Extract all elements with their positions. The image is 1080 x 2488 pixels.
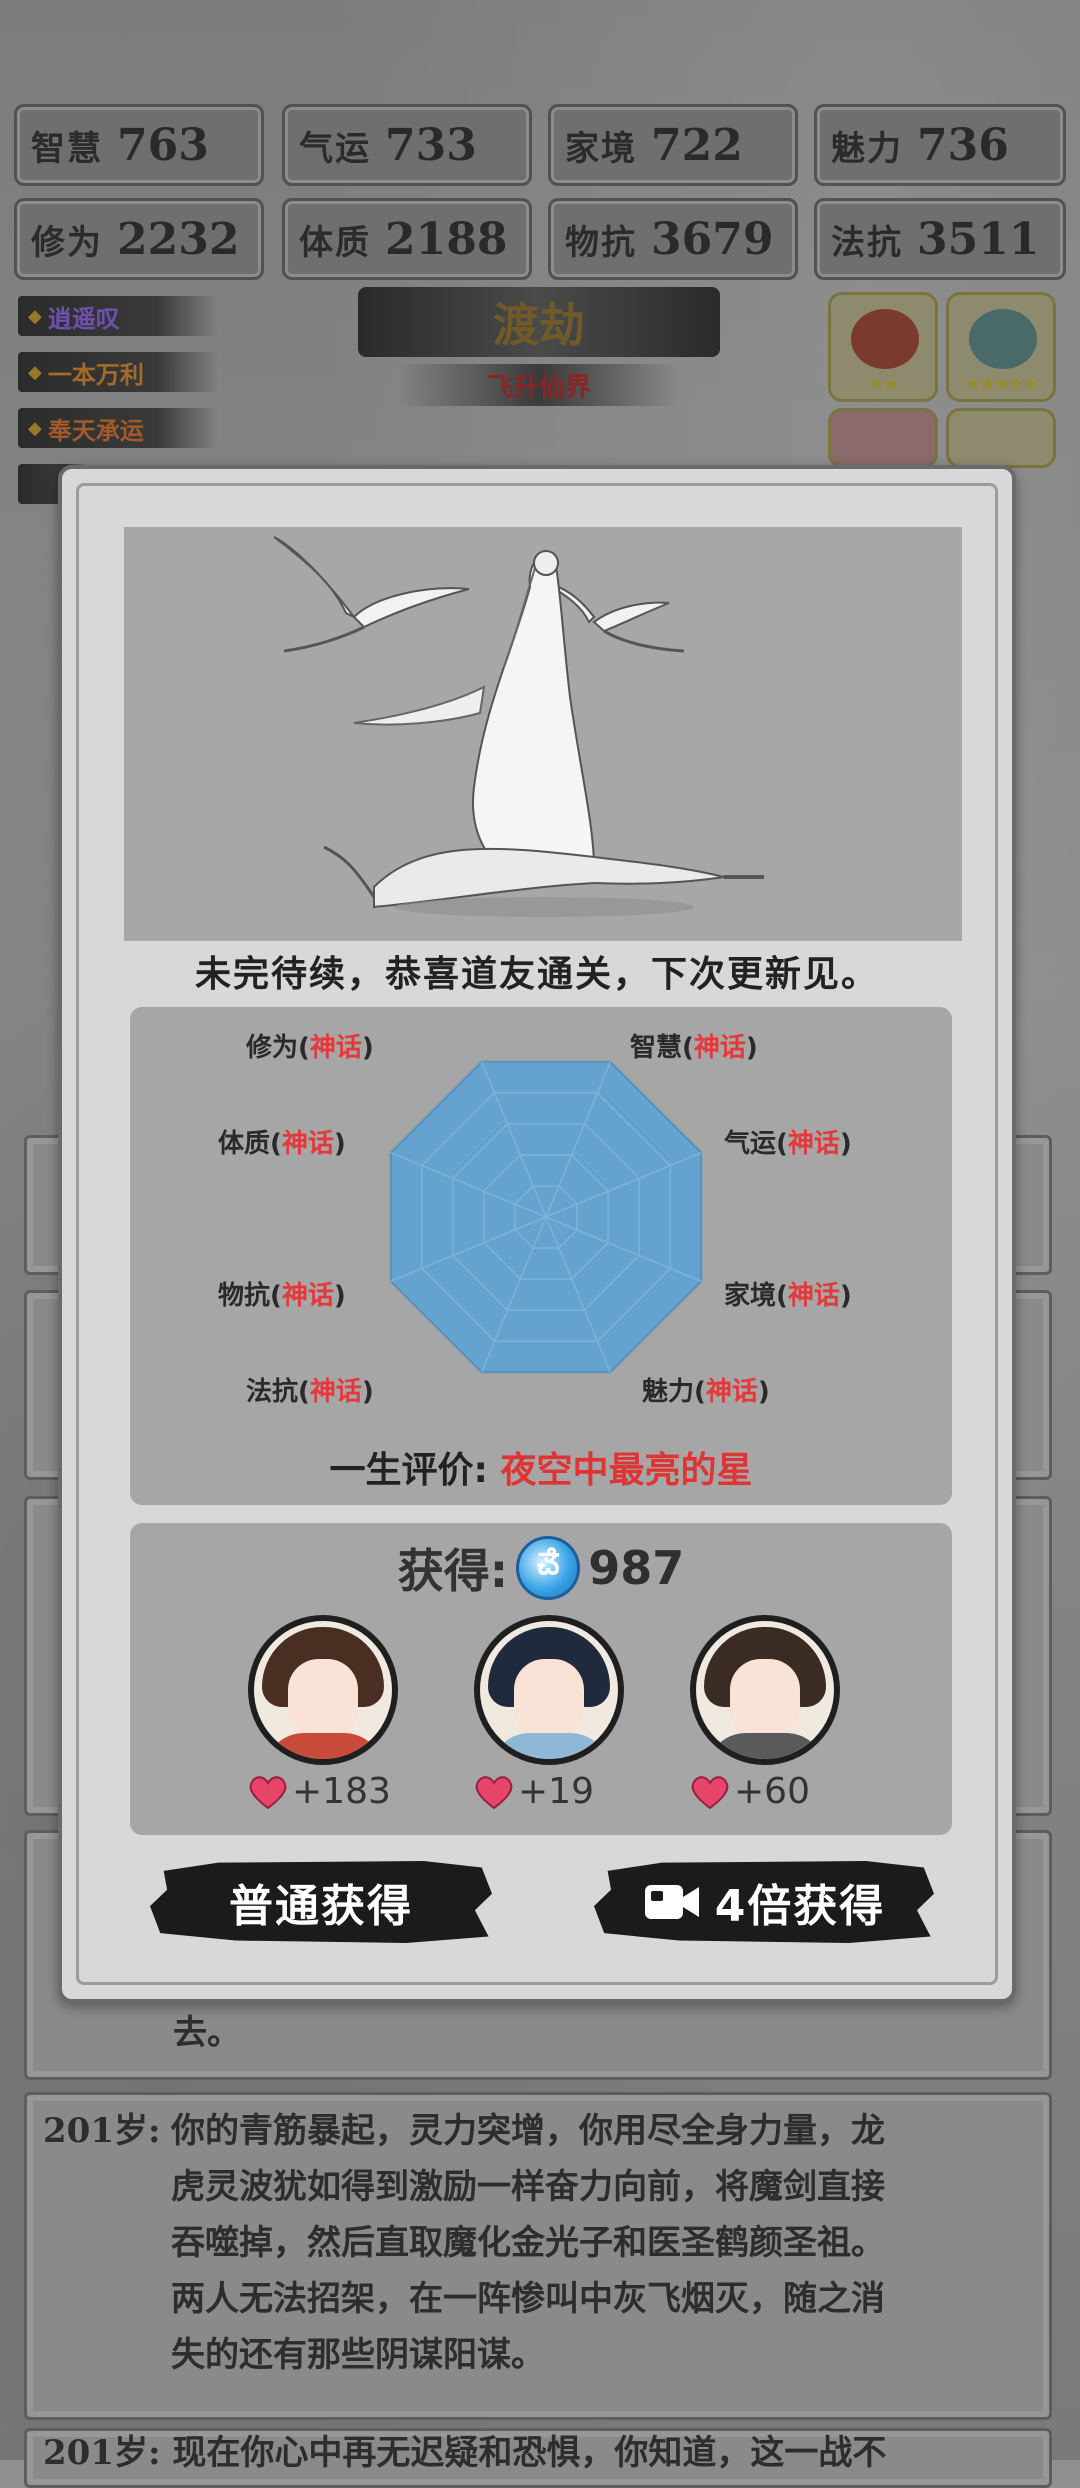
stat-value: 2232 <box>117 213 240 265</box>
character-portrait-avatar <box>474 1615 624 1765</box>
video-camera-icon <box>644 1885 699 1919</box>
immortal-with-cranes-icon <box>273 536 764 917</box>
normal-claim-label: 普通获得 <box>229 1881 413 1932</box>
talent-label: 奉天承运 <box>47 416 144 445</box>
stat-value: 2188 <box>385 213 508 265</box>
radar-label-wisdom: 智慧(神话) <box>630 1033 758 1063</box>
talent-tag[interactable]: ◆ 奉天承运 <box>18 408 218 448</box>
talent-tag[interactable]: ◆ 逍遥叹 <box>18 296 218 336</box>
spirit-orb-icon: ౘ <box>516 1536 581 1600</box>
log-line: 201岁: 现在你心中再无迟疑和恐惧，你知道，这一战不 <box>43 2433 887 2473</box>
radar-label-luck: 气运(神话) <box>724 1129 852 1159</box>
completion-message: 未完待续，恭喜道友通关，下次更新见。 <box>194 953 879 995</box>
affection-change: +183 <box>248 1771 408 1812</box>
stat-label: 物抗 <box>565 222 637 263</box>
log-line: 虎灵波犹如得到激励一样奋力向前，将魔剑直接 <box>171 2167 885 2207</box>
affection-value: +183 <box>292 1771 391 1812</box>
stat-value: 736 <box>917 119 1009 171</box>
equipment-slot[interactable] <box>946 408 1056 468</box>
stat-charm: 魅力 736 <box>814 104 1066 186</box>
stage-subtitle: 飞升仙界 <box>398 364 680 406</box>
stat-family: 家境 722 <box>548 104 798 186</box>
quadruple-claim-button[interactable]: 4倍获得 <box>594 1861 934 1943</box>
armor-icon <box>851 309 919 369</box>
gain-label: 获得: <box>397 1544 509 1598</box>
stat-value: 3679 <box>651 213 774 265</box>
radar-chart <box>389 1060 703 1374</box>
talent-tag[interactable]: ◆ 一本万利 <box>18 352 218 392</box>
stat-label: 气运 <box>299 128 371 169</box>
stat-wisdom: 智慧 763 <box>14 104 264 186</box>
character-reward: +183 <box>248 1615 408 1812</box>
character-portrait-avatar <box>690 1615 840 1765</box>
heart-icon <box>249 1775 287 1809</box>
gain-value: 987 <box>588 1541 685 1595</box>
log-line: 你的青筋暴起，灵力突增，你用尽全身力量，龙 <box>171 2111 885 2151</box>
stat-value: 722 <box>651 119 743 171</box>
stat-value: 733 <box>385 119 477 171</box>
stat-physical-resist: 物抗 3679 <box>548 198 798 280</box>
log-line: 两人无法招架，在一阵惨叫中灰飞烟灭，随之消 <box>171 2279 885 2319</box>
diamond-icon: ◆ <box>28 417 42 439</box>
stat-label: 家境 <box>565 128 637 169</box>
normal-claim-button[interactable]: 普通获得 <box>150 1861 492 1943</box>
ending-dialog: 未完待续，恭喜道友通关，下次更新见。 修为(神话) 智慧(神话) 气运(神话) … <box>58 465 1016 2003</box>
heart-icon <box>691 1775 729 1809</box>
stat-value: 763 <box>117 119 209 171</box>
stat-label: 法抗 <box>831 222 903 263</box>
stat-label: 智慧 <box>31 128 103 169</box>
log-line: 吞噬掉，然后直取魔化金光子和医圣鹤颜圣祖。 <box>171 2223 885 2263</box>
stat-label: 魅力 <box>831 128 903 169</box>
life-evaluation: 一生评价: 夜空中最亮的星 <box>130 1441 952 1493</box>
log-age: 201岁: <box>43 2111 161 2151</box>
equipment-slot[interactable]: ★★ <box>828 292 938 402</box>
diamond-icon: ◆ <box>28 361 42 383</box>
diamond-icon: ◆ <box>28 305 42 327</box>
stat-cultivation: 修为 2232 <box>14 198 264 280</box>
stat-luck: 气运 733 <box>282 104 532 186</box>
stat-magic-resist: 法抗 3511 <box>814 198 1066 280</box>
radar-label-magic-resist: 法抗(神话) <box>246 1377 374 1407</box>
stat-label: 体质 <box>299 222 371 263</box>
star-rating-icon: ★★★★★ <box>965 374 1039 395</box>
stat-physique: 体质 2188 <box>282 198 532 280</box>
stage-title: 渡劫 <box>358 287 720 357</box>
star-rating-icon: ★★ <box>868 374 899 395</box>
heart-icon <box>475 1775 513 1809</box>
radar-label-family: 家境(神话) <box>724 1281 852 1311</box>
evaluation-value: 夜空中最亮的星 <box>500 1450 753 1491</box>
character-portrait-avatar <box>248 1615 398 1765</box>
radar-label-cultivation: 修为(神话) <box>246 1033 374 1063</box>
log-row: 201岁: 你的青筋暴起，灵力突增，你用尽全身力量，龙 虎灵波犹如得到激励一样奋… <box>24 2092 1052 2420</box>
stat-value: 3511 <box>917 213 1040 265</box>
evaluation-label: 一生评价: <box>329 1450 488 1491</box>
equipment-slot[interactable] <box>828 408 938 468</box>
attribute-radar-panel: 修为(神话) 智慧(神话) 气运(神话) 家境(神话) 魅力(神话) 法抗(神话… <box>130 1007 952 1505</box>
stat-label: 修为 <box>31 222 103 263</box>
affection-value: +19 <box>518 1771 594 1812</box>
ascension-illustration <box>124 527 962 941</box>
affection-value: +60 <box>734 1771 810 1812</box>
log-line: 失的还有那些阴谋阳谋。 <box>171 2335 545 2375</box>
radar-label-physique: 体质(神话) <box>218 1129 346 1159</box>
affection-change: +60 <box>690 1771 850 1812</box>
affection-change: +19 <box>474 1771 634 1812</box>
talent-label: 逍遥叹 <box>47 304 120 333</box>
character-reward: +19 <box>474 1615 634 1812</box>
talent-label: 一本万利 <box>47 360 144 389</box>
reward-gain: 获得: ౘ 987 <box>130 1535 952 1601</box>
radar-label-physical-resist: 物抗(神话) <box>218 1281 346 1311</box>
log-fragment: 去。 <box>173 2013 241 2053</box>
equipment-slot[interactable]: ★★★★★ <box>946 292 1056 402</box>
radar-label-charm: 魅力(神话) <box>642 1377 770 1407</box>
sword-icon <box>969 309 1037 369</box>
log-row: 201岁: 现在你心中再无迟疑和恐惧，你知道，这一战不 <box>24 2428 1052 2488</box>
quadruple-claim-label: 4倍获得 <box>714 1881 886 1932</box>
reward-panel: 获得: ౘ 987 +183 +19 +60 <box>130 1523 952 1835</box>
character-reward: +60 <box>690 1615 850 1812</box>
